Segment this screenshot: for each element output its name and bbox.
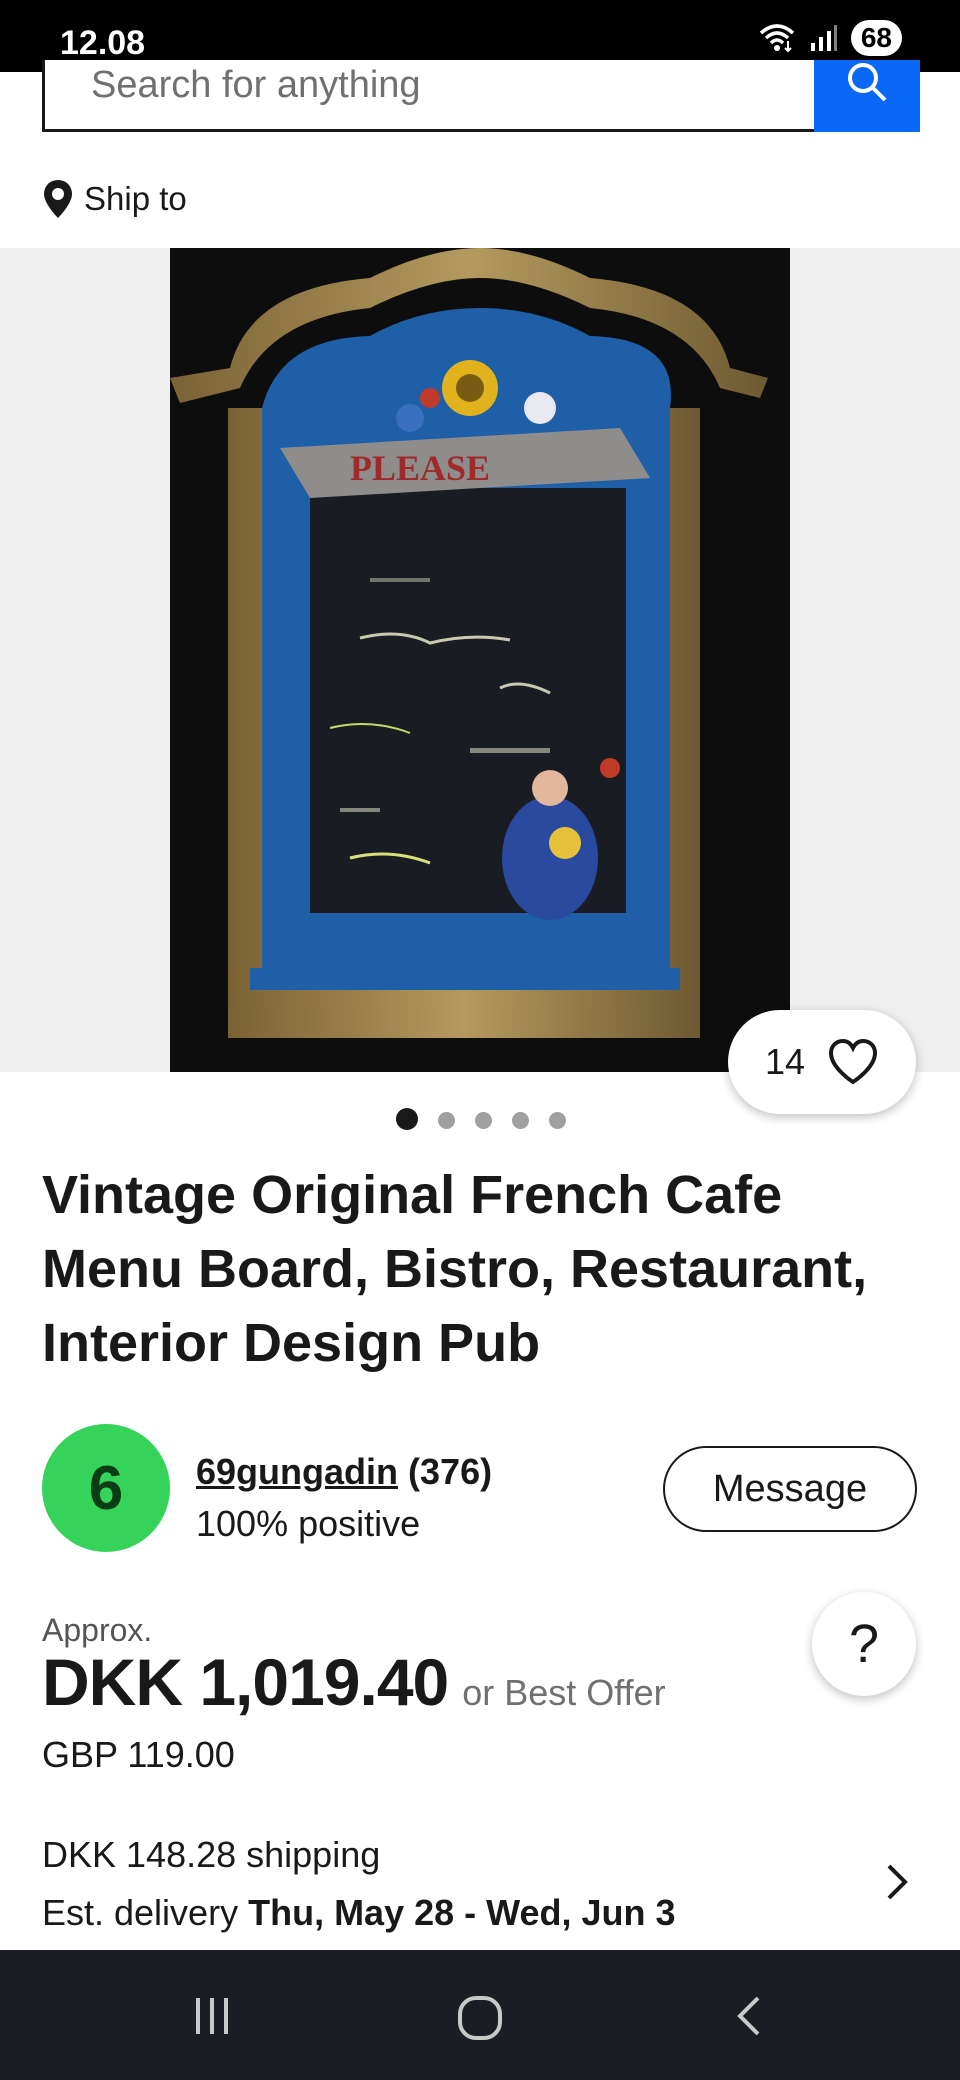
delivery-estimate: Est. delivery Thu, May 28 - Wed, Jun 3 bbox=[42, 1884, 676, 1942]
message-button[interactable]: Message bbox=[663, 1446, 917, 1532]
watch-count: 14 bbox=[764, 1041, 806, 1082]
home-icon[interactable] bbox=[456, 1994, 504, 2042]
seller-avatar[interactable]: 6 bbox=[42, 1424, 170, 1552]
shipping-cost: DKK 148.28 shipping bbox=[42, 1834, 381, 1875]
seller-feedback-count: (376) bbox=[408, 1451, 493, 1492]
seller-name-link[interactable]: 69gungadin bbox=[196, 1451, 398, 1492]
chevron-right-icon[interactable] bbox=[884, 1862, 910, 1902]
wifi-icon bbox=[759, 24, 794, 53]
help-button[interactable]: ? bbox=[812, 1592, 916, 1696]
ship-to-label: Ship to bbox=[84, 180, 187, 217]
system-nav-bar bbox=[0, 1950, 960, 2080]
listing-title: Vintage Original French Cafe Menu Board,… bbox=[42, 1165, 868, 1373]
ship-to[interactable]: Ship to bbox=[42, 178, 187, 220]
original-price: GBP 119.00 bbox=[42, 1734, 235, 1775]
carousel-dot-5[interactable] bbox=[549, 1111, 566, 1129]
search-button[interactable] bbox=[814, 60, 920, 132]
price-row: DKK 1,019.40 or Best Offer bbox=[42, 1644, 666, 1720]
menu-board-illustration: PLEASE bbox=[170, 248, 790, 1072]
delivery-label: Est. delivery bbox=[42, 1892, 239, 1933]
heart-icon bbox=[829, 1038, 878, 1085]
search-input[interactable]: Search for anything bbox=[42, 60, 816, 132]
watch-button[interactable]: 14 bbox=[728, 1010, 916, 1114]
status-icons: 68 bbox=[757, 20, 902, 56]
battery-icon: 68 bbox=[850, 20, 902, 56]
best-offer-label: or Best Offer bbox=[462, 1672, 666, 1713]
seller-positive: 100% positive bbox=[196, 1503, 421, 1544]
product-image[interactable]: PLEASE bbox=[170, 248, 790, 1072]
image-gallery[interactable]: PLEASE bbox=[0, 248, 960, 1072]
carousel-dot-3[interactable] bbox=[475, 1111, 492, 1129]
back-icon[interactable] bbox=[734, 1994, 764, 2038]
search-icon bbox=[848, 63, 887, 102]
banner-text: PLEASE bbox=[350, 448, 490, 488]
carousel-dot-2[interactable] bbox=[438, 1111, 455, 1129]
search-bar: Search for anything bbox=[42, 60, 920, 132]
seller-info: 69gungadin (376) 100% positive bbox=[196, 1446, 492, 1550]
carousel-dot-1[interactable] bbox=[396, 1108, 418, 1130]
price-amount: DKK 1,019.40 bbox=[42, 1645, 449, 1719]
location-pin-icon bbox=[44, 180, 72, 218]
status-time: 12.08 bbox=[60, 24, 146, 62]
delivery-dates: Thu, May 28 - Wed, Jun 3 bbox=[248, 1892, 676, 1933]
carousel-dot-4[interactable] bbox=[512, 1111, 529, 1129]
recent-apps-icon[interactable] bbox=[190, 1994, 234, 2038]
signal-icon bbox=[810, 25, 837, 51]
shipping-info[interactable]: DKK 148.28 shipping Est. delivery Thu, M… bbox=[42, 1826, 676, 1942]
